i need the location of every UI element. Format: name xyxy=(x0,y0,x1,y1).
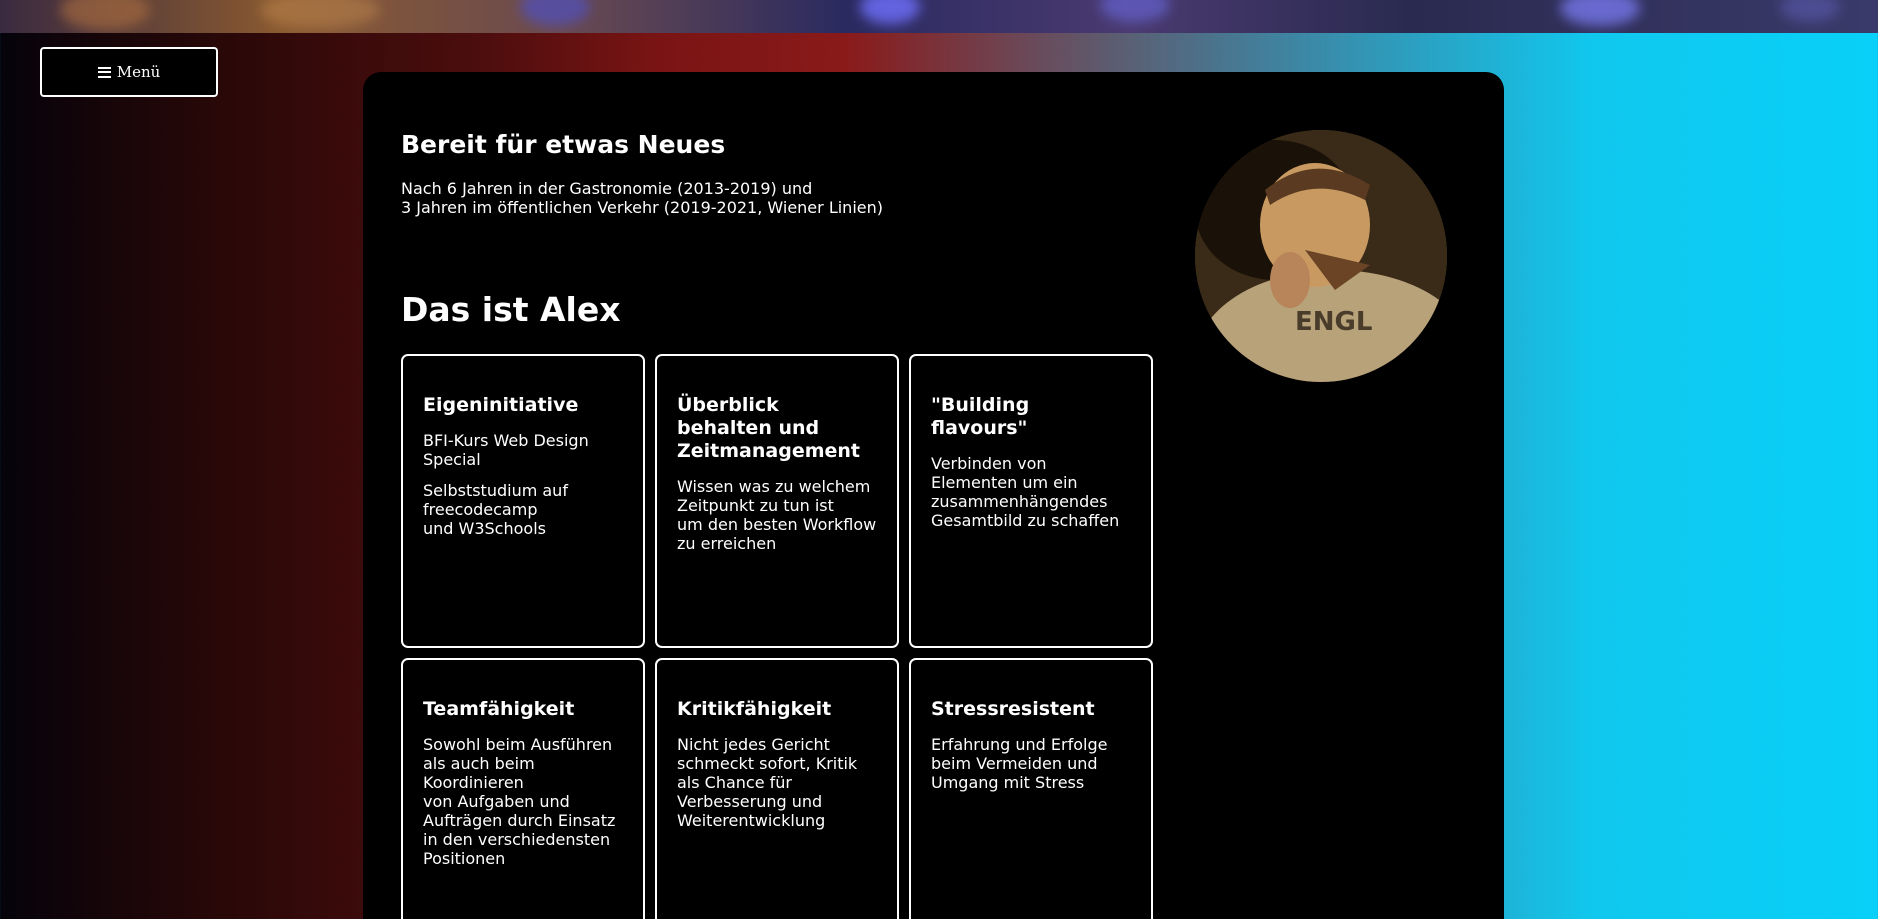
bokeh-light xyxy=(860,0,920,24)
skill-card-title: "Building flavours" xyxy=(931,394,1030,439)
bokeh-light xyxy=(1780,0,1840,22)
skill-card: Kritikfähigkeit Nicht jedes Gericht schm… xyxy=(655,658,899,919)
skill-card: Eigeninitiative BFI-Kurs Web Design Spec… xyxy=(401,354,645,648)
skill-card-text: Wissen was zu welchem Zeitpunkt zu tun i… xyxy=(677,477,877,553)
bokeh-light xyxy=(1100,0,1170,22)
skill-card-text: Erfahrung und Erfolge beim Vermeiden und… xyxy=(931,735,1108,792)
skill-card: Teamfähigkeit Sowohl beim Ausführen als … xyxy=(401,658,645,919)
bokeh-light xyxy=(260,0,380,28)
skill-card: Stressresistent Erfahrung und Erfolge be… xyxy=(909,658,1153,919)
hero-intro: Nach 6 Jahren in der Gastronomie (2013-2… xyxy=(401,179,883,217)
header-background-image xyxy=(0,0,1878,33)
skill-card: "Building flavours" Verbinden von Elemen… xyxy=(909,354,1153,648)
skill-card-title: Stressresistent xyxy=(931,698,1095,720)
skill-card-text: BFI-Kurs Web Design Special xyxy=(423,431,589,469)
profile-heading: Das ist Alex xyxy=(401,290,621,329)
skill-card-title: Teamfähigkeit xyxy=(423,698,575,720)
skill-card-title: Kritikfähigkeit xyxy=(677,698,832,720)
content-panel: Bereit für etwas Neues Nach 6 Jahren in … xyxy=(363,72,1504,919)
bokeh-light xyxy=(520,0,590,26)
intro-line-1: Nach 6 Jahren in der Gastronomie (2013-2… xyxy=(401,179,813,198)
skill-card-text: Verbinden von Elementen um ein zusammenh… xyxy=(931,454,1120,530)
hero-title: Bereit für etwas Neues xyxy=(401,130,726,159)
skills-grid: Eigeninitiative BFI-Kurs Web Design Spec… xyxy=(401,354,1153,919)
skill-card-text: Nicht jedes Gericht schmeckt sofort, Kri… xyxy=(677,735,858,830)
skill-card-text: Selbststudium auf freecodecamp und W3Sch… xyxy=(423,481,568,538)
menu-button[interactable]: Menü xyxy=(40,47,218,97)
skill-card-title: Überblick behalten und Zeitmanagement xyxy=(677,394,861,462)
hamburger-icon xyxy=(97,66,111,78)
intro-line-2: 3 Jahren im öffentlichen Verkehr (2019-2… xyxy=(401,198,883,217)
bokeh-light xyxy=(1560,0,1640,26)
svg-text:ENGL: ENGL xyxy=(1295,307,1372,337)
menu-label: Menü xyxy=(116,63,161,81)
skill-card: Überblick behalten und Zeitmanagement Wi… xyxy=(655,354,899,648)
profile-photo-illustration: ENGL xyxy=(1195,130,1447,382)
skill-card-title: Eigeninitiative xyxy=(423,394,579,416)
bokeh-light xyxy=(60,0,150,30)
profile-photo: ENGL xyxy=(1195,130,1447,382)
skill-card-text: Sowohl beim Ausführen als auch beim Koor… xyxy=(423,735,616,868)
